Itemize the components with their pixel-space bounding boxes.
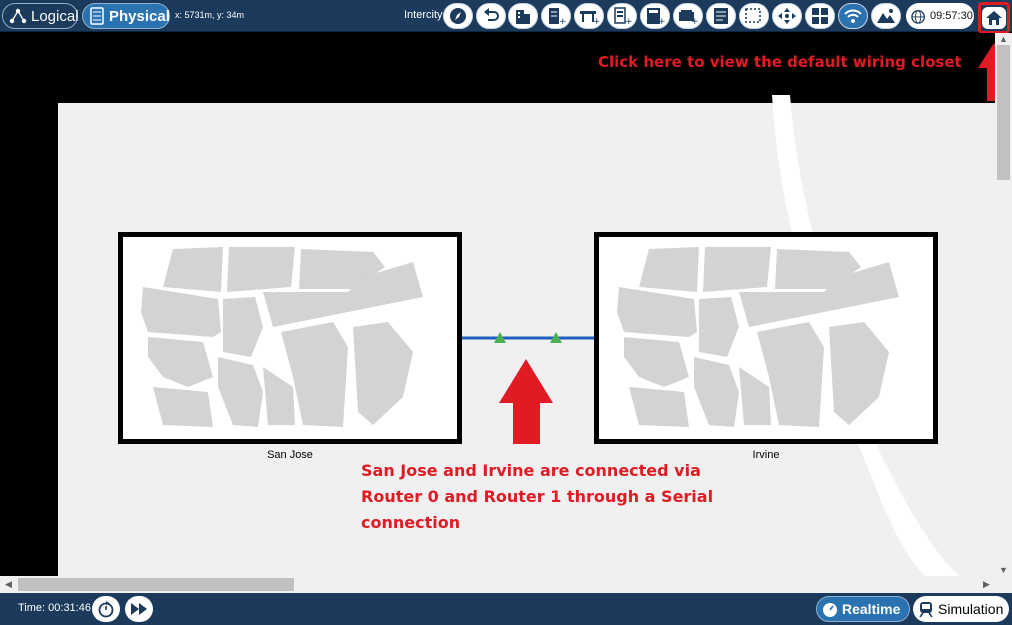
simulation-time: Time: 00:31:46 [18,602,91,614]
new-device-button[interactable]: + [673,3,703,29]
navigation-icon [450,8,466,24]
new-rack-2-icon: + [614,7,632,25]
serial-hint-line-3: connection [361,513,461,532]
simulation-mode-button[interactable]: Simulation [913,596,1009,622]
grid-icon [812,8,828,24]
reset-clock-icon [98,601,114,618]
logical-icon [9,8,27,24]
scrollbar-corner [995,576,1012,593]
select-button[interactable] [739,3,769,29]
annotation-arrow-home [978,43,995,101]
back-icon [484,8,499,21]
fast-forward-button[interactable] [125,596,153,622]
background-image-button[interactable] [871,3,901,29]
serial-hint-annotation: San Jose and Irvine are connected via Ro… [361,458,721,536]
simulation-label: Simulation [938,601,1004,617]
home-hint-annotation: Click here to view the default wiring cl… [598,53,962,71]
new-building-button[interactable] [508,3,538,29]
scroll-down-icon[interactable]: ▼ [995,565,1012,575]
notes-icon [714,8,728,24]
new-rack-icon: + [549,8,566,25]
scroll-up-icon[interactable]: ▲ [995,34,1012,44]
annotation-arrow-up [499,359,553,444]
new-rack-2-button[interactable]: + [607,3,637,29]
serial-hint-line-1: San Jose and Irvine are connected via [361,461,701,480]
horizontal-scrollbar[interactable]: ◀ ▶ [0,576,995,593]
realtime-label: Realtime [842,601,901,617]
physical-view-tab[interactable]: Physical [82,3,170,29]
physical-icon [90,7,104,25]
logical-view-tab[interactable]: Logical [2,3,79,29]
svg-text:+: + [625,17,632,25]
location-label: Intercity [404,9,443,21]
move-button[interactable] [772,3,802,29]
simulation-icon [919,602,933,618]
svg-text:+: + [658,17,665,25]
new-table-button[interactable]: + [574,3,604,29]
scroll-right-icon[interactable]: ▶ [978,579,995,590]
wireless-icon [844,9,862,23]
move-icon [778,8,796,24]
realtime-mode-button[interactable]: Realtime [816,596,910,622]
new-rack-button[interactable]: + [541,3,571,29]
new-device-icon: + [679,10,698,25]
fast-forward-icon [131,603,147,615]
home-button[interactable] [978,2,1010,34]
new-closet-button[interactable]: + [640,3,670,29]
svg-text:+: + [691,17,698,25]
scroll-left-icon[interactable]: ◀ [0,579,17,590]
home-icon [986,11,1002,25]
physical-tab-label: Physical [109,7,170,25]
clock-display: 09:57:30 [906,3,974,29]
select-icon [745,8,761,23]
bottom-bar: Time: 00:31:46 Realtime Simulation [0,593,1012,625]
physical-workspace[interactable]: San Jose Irvine Click here to view the d… [0,33,995,576]
navigation-button[interactable] [443,3,473,29]
globe-clock-icon [911,10,925,24]
notes-button[interactable] [706,3,736,29]
serial-hint-line-2: Router 0 and Router 1 through a Serial [361,487,714,506]
new-closet-icon: + [647,8,665,25]
clock-time: 09:57:30 [930,10,973,22]
building-icon [516,10,530,24]
wireless-button[interactable] [838,3,868,29]
svg-text:+: + [559,17,566,25]
horizontal-scroll-thumb[interactable] [18,578,294,591]
stopwatch-icon [823,603,837,617]
reset-time-button[interactable] [92,596,120,622]
top-toolbar: Logical Physical x: 5731m, y: 34m Interc… [0,0,1012,34]
new-table-icon: + [580,11,599,25]
coordinates-readout: x: 5731m, y: 34m [175,10,245,20]
back-button[interactable] [476,3,506,29]
logical-tab-label: Logical [31,7,79,25]
background-image-icon [877,9,895,23]
vertical-scroll-thumb[interactable] [997,45,1010,180]
svg-text:+: + [593,17,599,25]
grid-button[interactable] [805,3,835,29]
vertical-scrollbar[interactable]: ▲ ▼ [995,33,1012,576]
packet-tracer-window: Logical Physical x: 5731m, y: 34m Interc… [0,0,1012,625]
home-button-face [982,7,1006,29]
